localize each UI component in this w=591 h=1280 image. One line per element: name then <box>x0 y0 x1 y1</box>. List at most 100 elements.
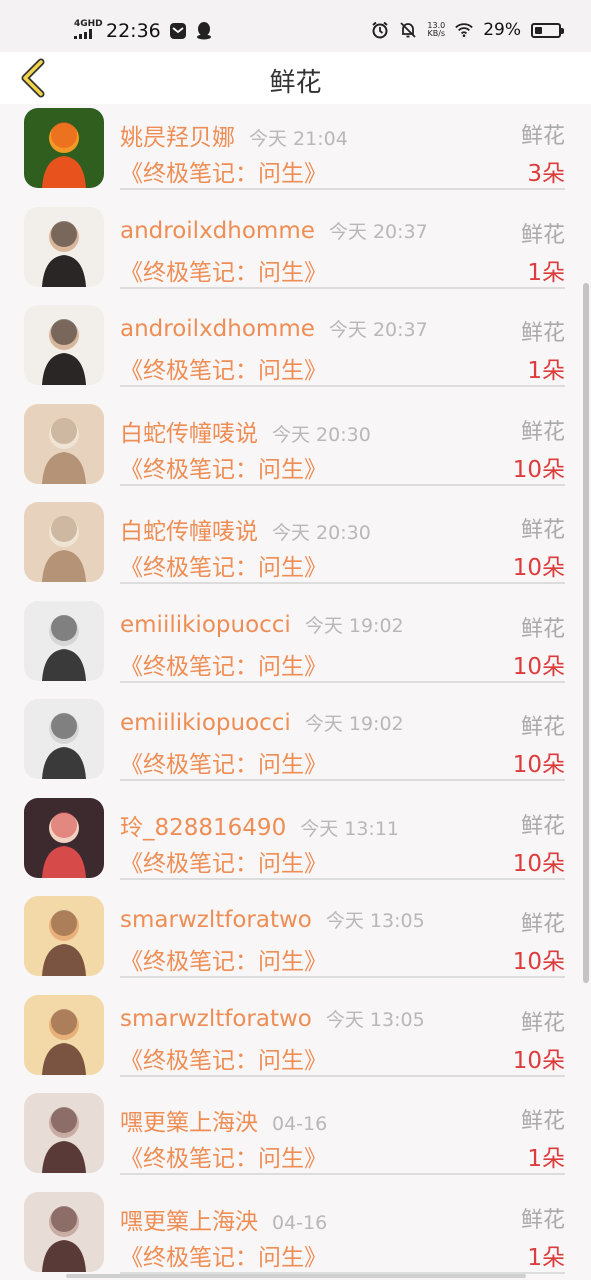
timestamp: 今天 13:11 <box>300 817 399 840</box>
flower-count: 1朵 <box>527 259 565 286</box>
gift-type-label: 鲜花 <box>520 813 565 839</box>
timestamp: 今天 13:05 <box>325 910 425 932</box>
timestamp: 今天 20:37 <box>328 319 428 341</box>
nav-bar: 鲜花 <box>0 52 591 104</box>
avatar[interactable] <box>24 502 104 582</box>
list-item[interactable]: 白蛇传幢唛说 今天 20:30 鲜花《终极笔记：问生》 10朵 <box>0 498 591 597</box>
book-title[interactable]: 《终极笔记：问生》 <box>120 548 327 582</box>
scrollbar[interactable] <box>583 283 589 983</box>
wifi-icon <box>455 21 474 39</box>
battery-icon <box>531 22 564 38</box>
gift-type-label: 鲜花 <box>520 912 565 937</box>
flower-count: 1朵 <box>527 1146 565 1172</box>
flower-count: 1朵 <box>527 1244 565 1271</box>
timestamp: 今天 20:30 <box>272 522 371 544</box>
home-indicator[interactable] <box>66 1274 526 1278</box>
battery-percent: 29% <box>483 20 521 40</box>
flower-count: 10朵 <box>512 653 565 680</box>
avatar[interactable] <box>24 1191 104 1272</box>
avatar[interactable] <box>24 994 104 1075</box>
clock: 22:36 <box>106 20 161 42</box>
list-item[interactable]: emiilikiopuocci 今天 19:02 鲜花 《终极笔记：问生》 10朵 <box>0 597 591 696</box>
row-divider <box>120 976 565 978</box>
flower-record-list[interactable]: 姚昃羟贝娜 今天 21:04 鲜花 《终极笔记：问生》 3朵 androilxdhomme… <box>0 104 591 1280</box>
flower-count: 10朵 <box>512 456 565 483</box>
book-title[interactable]: 《终极笔记：问生》 <box>120 745 327 779</box>
status-left: 4GHD 22:36 <box>74 20 213 42</box>
sender-name: 姚昃羟贝娜 今天 21:04 <box>120 125 348 151</box>
list-item[interactable]: 玲_828816490 今天 13:11 鲜花 《终极笔记：问生》 10朵 <box>0 794 591 893</box>
gift-type-label: 鲜花 <box>520 518 565 543</box>
sender-name: androilxdhomme 今天 20:37 <box>120 316 428 342</box>
book-title[interactable]: 《终极笔记：问生》 <box>120 1139 327 1173</box>
book-title[interactable]: 《终极笔记：问生》 <box>120 450 327 484</box>
avatar[interactable] <box>24 600 104 681</box>
gift-type-label: 鲜花 <box>520 1109 565 1134</box>
avatar[interactable] <box>24 699 104 779</box>
book-title[interactable]: 《终极笔记：问生》 <box>120 351 327 385</box>
list-item[interactable]: smarwzltforatwo 今天 13:05 鲜花 《终极笔记：问生》 10朵 <box>0 991 591 1090</box>
row-divider <box>120 1074 565 1077</box>
flower-count: 1朵 <box>527 358 565 384</box>
gift-type-label: 鲜花 <box>520 1207 565 1233</box>
list-item[interactable]: 嘿更篥上海泱 04-16 鲜花《终极笔记：问生》 1朵 <box>0 1089 591 1188</box>
gift-type-label: 鲜花 <box>520 715 565 740</box>
avatar[interactable] <box>24 206 104 287</box>
flower-count: 10朵 <box>512 850 565 877</box>
sender-name: 嘿更篥上海泱 04-16 <box>120 1110 328 1136</box>
timestamp: 今天 20:37 <box>328 220 428 243</box>
list-item[interactable]: 姚昃羟贝娜 今天 21:04 鲜花《终极笔记：问生》 3朵 <box>0 104 591 203</box>
book-title[interactable]: 《终极笔记：问生》 <box>120 844 327 878</box>
gift-type-label: 鲜花 <box>520 616 565 642</box>
page-title: 鲜花 <box>269 68 322 98</box>
list-item[interactable]: 白蛇传幢唛说 今天 20:30 鲜花 《终极笔记：问生》 10朵 <box>0 400 591 499</box>
avatar[interactable] <box>24 305 104 385</box>
sender-name: androilxdhomme 今天 20:37 <box>120 217 428 244</box>
list-item[interactable]: emiilikiopuocci 今天 19:02 鲜花 《终极笔记：问生》 10朵 <box>0 695 591 794</box>
avatar[interactable] <box>24 797 104 878</box>
net-speed: 13.0 KB/s <box>427 22 445 38</box>
row-divider <box>120 188 565 190</box>
sender-name: smarwzltforatwo 今天 13:05 <box>120 907 425 933</box>
sender-name: 白蛇传幢唛说 今天 20:30 <box>120 519 371 545</box>
book-title[interactable]: 《终极笔记：问生》 <box>120 1238 327 1272</box>
sender-name: emiilikiopuocci 今天 19:02 <box>120 710 404 736</box>
flower-count: 10朵 <box>512 949 565 975</box>
network-type: 4GHD <box>74 19 103 29</box>
timestamp: 今天 19:02 <box>304 713 404 735</box>
flower-count: 10朵 <box>512 1047 565 1074</box>
book-title[interactable]: 《终极笔记：问生》 <box>120 1041 327 1075</box>
list-item[interactable]: androilxdhomme 今天 20:37 鲜花《终极笔记：问生》 1朵 <box>0 203 591 302</box>
book-title[interactable]: 《终极笔记：问生》 <box>120 253 327 287</box>
gift-type-label: 鲜花 <box>520 124 565 149</box>
book-title[interactable]: 《终极笔记：问生》 <box>120 154 327 188</box>
net-speed-unit: KB/s <box>427 29 446 38</box>
row-divider <box>120 680 565 683</box>
list-item[interactable]: 嘿更篥上海泱 04-16 鲜花《终极笔记：问生》 1朵 <box>0 1188 591 1280</box>
row-divider <box>120 286 565 289</box>
gift-type-label: 鲜花 <box>520 222 565 248</box>
avatar[interactable] <box>24 1093 104 1173</box>
book-title[interactable]: 《终极笔记：问生》 <box>120 647 327 681</box>
avatar[interactable] <box>24 403 104 484</box>
signal-icon <box>74 29 92 39</box>
mute-bell-icon <box>399 21 417 39</box>
row-divider <box>120 582 565 584</box>
row-divider <box>120 385 565 387</box>
message-icon <box>169 22 187 40</box>
flower-count: 10朵 <box>512 555 565 581</box>
sender-name: 嘿更篥上海泱 04-16 <box>120 1208 328 1235</box>
gift-type-label: 鲜花 <box>520 419 565 445</box>
timestamp: 今天 21:04 <box>249 128 348 150</box>
alarm-icon <box>371 21 389 39</box>
avatar[interactable] <box>24 896 104 976</box>
list-item[interactable]: smarwzltforatwo 今天 13:05 鲜花《终极笔记：问生》 10朵 <box>0 892 591 991</box>
timestamp: 今天 13:05 <box>325 1008 425 1031</box>
flower-count: 3朵 <box>527 161 565 187</box>
avatar[interactable] <box>24 108 104 188</box>
network-indicator: 4GHD <box>74 20 103 42</box>
row-divider <box>120 779 565 781</box>
book-title[interactable]: 《终极笔记：问生》 <box>120 942 327 976</box>
list-item[interactable]: androilxdhomme 今天 20:37 鲜花 《终极笔记：问生》 1朵 <box>0 301 591 400</box>
timestamp: 04-16 <box>272 1211 328 1234</box>
